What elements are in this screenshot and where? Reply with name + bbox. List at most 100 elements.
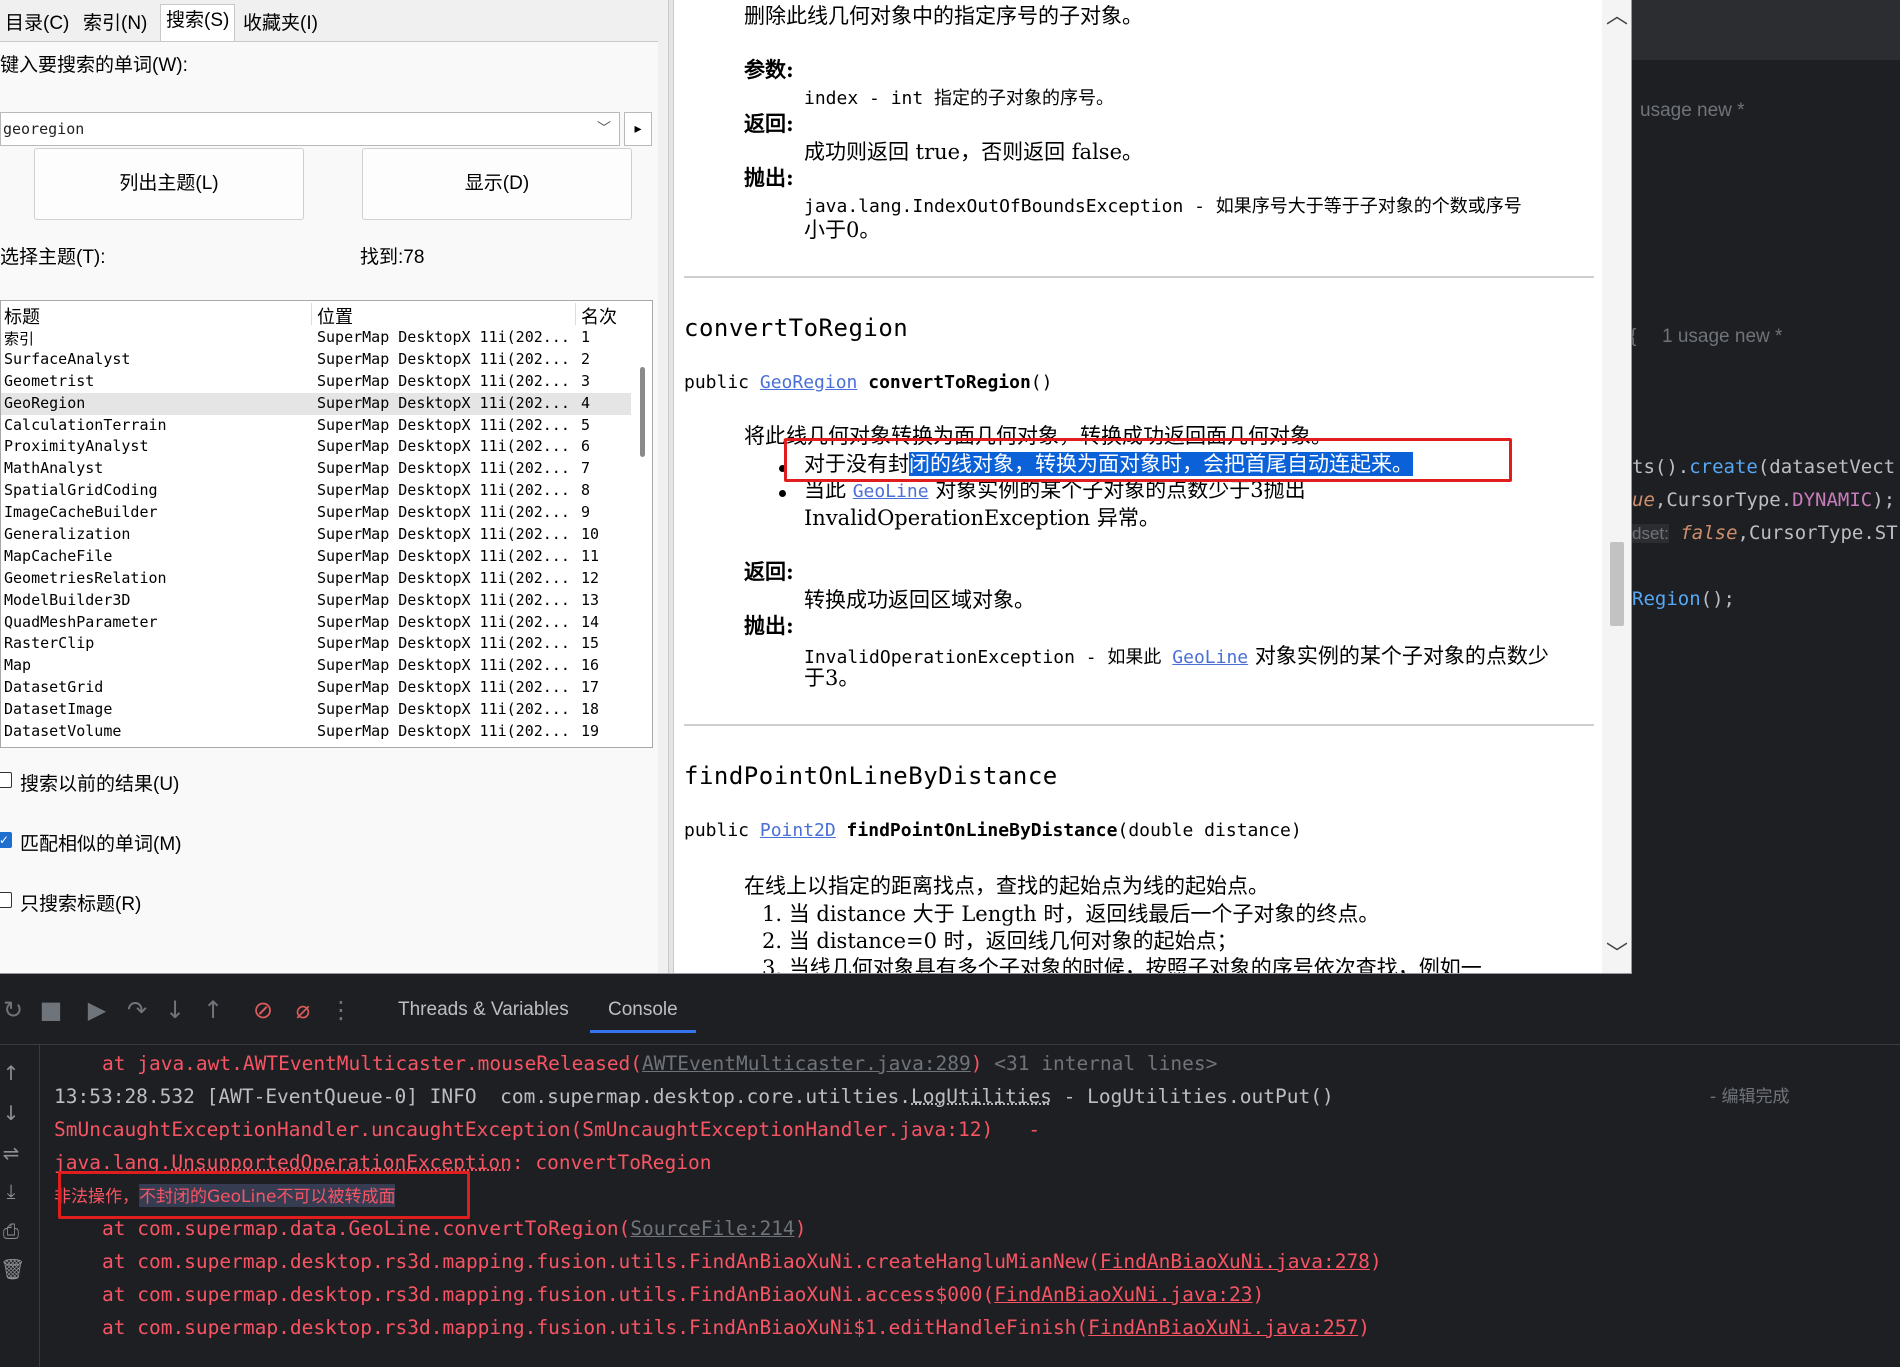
code-line-dynamic[interactable]: ue,CursorType.DYNAMIC); bbox=[1632, 489, 1895, 511]
method-desc: 删除此线几何对象中的指定序号的子对象。 bbox=[744, 4, 1143, 28]
list-topics-button[interactable]: 列出主题(L) bbox=[34, 148, 304, 220]
cell-title: RasterClip bbox=[4, 634, 95, 653]
console-line: at java.awt.AWTEventMulticaster.mouseRel… bbox=[102, 1052, 1218, 1075]
cell-title: DatasetVolume bbox=[4, 722, 122, 741]
geoline-link[interactable]: GeoLine bbox=[853, 481, 929, 502]
source-link[interactable]: FindAnBiaoXuNi.java:257 bbox=[1088, 1316, 1358, 1339]
rerun-icon[interactable]: ↻ bbox=[0, 997, 26, 1023]
table-row[interactable]: ImageCacheBuilder SuperMap DesktopX 11i(2… bbox=[1, 502, 631, 524]
col-rank[interactable]: 名次 bbox=[581, 303, 617, 329]
point2d-link[interactable]: Point2D bbox=[760, 820, 836, 841]
returns-heading: 返回: bbox=[744, 559, 794, 584]
table-row[interactable]: GeoRegion SuperMap DesktopX 11i(202... 4 bbox=[1, 392, 631, 415]
console-line: at com.supermap.desktop.rs3d.mapping.fus… bbox=[102, 1283, 1265, 1306]
chevron-down-icon[interactable]: ﹀ bbox=[1602, 940, 1631, 970]
cell-location: SuperMap DesktopX 11i(202... bbox=[317, 634, 570, 653]
scroll-down-icon[interactable]: ↓ bbox=[0, 1101, 22, 1125]
geoline-link[interactable]: GeoLine bbox=[1172, 647, 1248, 668]
table-row[interactable]: DatasetGrid SuperMap DesktopX 11i(202... 1… bbox=[1, 677, 631, 699]
cell-rank: 12 bbox=[581, 568, 600, 587]
code-line-region[interactable]: Region(); bbox=[1632, 588, 1735, 610]
content-scrollbar[interactable]: ︿ ﹀ bbox=[1602, 0, 1631, 973]
chevron-down-icon[interactable]: ﹀ bbox=[597, 113, 611, 145]
params-heading: 参数: bbox=[744, 57, 794, 82]
tab-index[interactable]: 索引(N) bbox=[78, 8, 152, 40]
cell-title: DatasetImage bbox=[4, 700, 113, 719]
tab-contents[interactable]: 目录(C) bbox=[0, 8, 74, 40]
chevron-up-icon[interactable]: ︿ bbox=[1602, 2, 1631, 32]
tab-search[interactable]: 搜索(S) bbox=[160, 4, 236, 42]
clear-icon[interactable]: 🗑 bbox=[0, 1257, 25, 1281]
console-side-toolbar: ↑ ↓ ⇌ ⤓ ⎙ 🗑 bbox=[0, 1045, 40, 1367]
cell-rank: 13 bbox=[581, 590, 600, 609]
table-row[interactable]: Generalization SuperMap DesktopX 11i(202.… bbox=[1, 524, 631, 546]
cell-location: SuperMap DesktopX 11i(202... bbox=[317, 678, 570, 697]
bullet-item-2-cont: InvalidOperationException 异常。 bbox=[804, 506, 1160, 530]
source-link[interactable]: FindAnBiaoXuNi.java:23 bbox=[994, 1283, 1252, 1306]
title-only-checkbox[interactable] bbox=[0, 892, 12, 908]
ide-editor: usage new * { 1 usage new * ts().create(… bbox=[1630, 0, 1900, 990]
throws-line-2: 于3。 bbox=[804, 666, 860, 690]
tab-favorites[interactable]: 收藏夹(I) bbox=[238, 8, 323, 40]
col-title[interactable]: 标题 bbox=[4, 303, 40, 329]
list-item: 2. 当 distance=0 时，返回线几何对象的起始点； bbox=[762, 929, 1238, 953]
view-breakpoints-icon[interactable]: ⊘ bbox=[250, 997, 276, 1023]
code-line-create[interactable]: ts().create(datasetVect bbox=[1632, 456, 1895, 478]
debug-toolbar: ↻ ■ ▶ ↷ ↓ ↑ ⊘ ⌀ ⋮ Threads & Variables Co… bbox=[0, 975, 1900, 1045]
search-go-button[interactable]: ▸ bbox=[624, 112, 652, 146]
source-link[interactable]: FindAnBiaoXuNi.java:278 bbox=[1100, 1250, 1370, 1273]
table-row[interactable]: DatasetVolume SuperMap DesktopX 11i(202..… bbox=[1, 721, 631, 743]
more-icon[interactable]: ⋮ bbox=[328, 997, 354, 1023]
tab-console[interactable]: Console bbox=[590, 987, 696, 1033]
title-only-label: 只搜索标题(R) bbox=[20, 894, 142, 915]
tab-threads-variables[interactable]: Threads & Variables bbox=[380, 987, 587, 1033]
step-over-icon[interactable]: ↷ bbox=[124, 997, 150, 1023]
code-line-false[interactable]: dset: false,CursorType.ST bbox=[1632, 522, 1898, 544]
table-row[interactable]: MapCacheFile SuperMap DesktopX 11i(202...… bbox=[1, 546, 631, 568]
cell-title: GeoRegion bbox=[4, 393, 86, 412]
table-row[interactable]: SpatialGridCoding SuperMap DesktopX 11i(2… bbox=[1, 480, 631, 502]
table-row[interactable]: Map SuperMap DesktopX 11i(202... 16 bbox=[1, 655, 631, 677]
search-previous-label: 搜索以前的结果(U) bbox=[20, 774, 180, 795]
table-row[interactable]: DatasetImage SuperMap DesktopX 11i(202...… bbox=[1, 699, 631, 721]
cell-location: SuperMap DesktopX 11i(202... bbox=[317, 393, 570, 412]
georegion-link[interactable]: GeoRegion bbox=[760, 372, 858, 393]
stop-icon[interactable]: ■ bbox=[38, 997, 64, 1023]
print-icon[interactable]: ⎙ bbox=[0, 1219, 22, 1243]
section-divider bbox=[684, 276, 1594, 278]
search-input[interactable]: georegion ﹀ bbox=[0, 112, 620, 146]
cell-rank: 19 bbox=[581, 722, 600, 741]
table-row[interactable]: GeometriesRelation SuperMap DesktopX 11i(… bbox=[1, 568, 631, 590]
display-button[interactable]: 显示(D) bbox=[362, 148, 632, 220]
method-desc: 在线上以指定的距离找点，查找的起始点为线的起始点。 bbox=[744, 874, 1269, 898]
cell-location: SuperMap DesktopX 11i(202... bbox=[317, 700, 570, 719]
table-row[interactable]: 索引 SuperMap DesktopX 11i(202... 1 bbox=[1, 327, 631, 349]
table-row[interactable]: MathAnalyst SuperMap DesktopX 11i(202... 7 bbox=[1, 458, 631, 480]
table-row[interactable]: RasterClip SuperMap DesktopX 11i(202... 15 bbox=[1, 633, 631, 655]
match-similar-checkbox[interactable]: ✓ bbox=[0, 832, 12, 848]
cell-location: SuperMap DesktopX 11i(202... bbox=[317, 568, 570, 587]
cell-rank: 18 bbox=[581, 700, 600, 719]
scroll-up-icon[interactable]: ↑ bbox=[0, 1061, 22, 1085]
soft-wrap-icon[interactable]: ⇌ bbox=[0, 1141, 22, 1165]
step-into-icon[interactable]: ↓ bbox=[162, 997, 188, 1023]
table-row[interactable]: ModelBuilder3D SuperMap DesktopX 11i(202.… bbox=[1, 590, 631, 612]
table-row[interactable]: QuadMeshParameter SuperMap DesktopX 11i(2… bbox=[1, 612, 631, 634]
scrollbar-thumb[interactable] bbox=[1610, 542, 1624, 626]
cell-rank: 10 bbox=[581, 525, 600, 544]
mute-breakpoints-icon[interactable]: ⌀ bbox=[290, 997, 316, 1023]
search-previous-checkbox[interactable] bbox=[0, 772, 12, 788]
col-location[interactable]: 位置 bbox=[317, 303, 353, 329]
table-row[interactable]: CalculationTerrain SuperMap DesktopX 11i(… bbox=[1, 415, 631, 437]
console-line: SmUncaughtExceptionHandler.uncaughtExcep… bbox=[54, 1118, 1041, 1141]
table-row[interactable]: Geometrist SuperMap DesktopX 11i(202... 3 bbox=[1, 371, 631, 393]
cell-location: SuperMap DesktopX 11i(202... bbox=[317, 722, 570, 741]
resume-icon[interactable]: ▶ bbox=[84, 997, 110, 1023]
cell-location: SuperMap DesktopX 11i(202... bbox=[317, 481, 570, 500]
table-row[interactable]: SurfaceAnalyst SuperMap DesktopX 11i(202.… bbox=[1, 349, 631, 371]
scroll-end-icon[interactable]: ⤓ bbox=[0, 1179, 22, 1203]
table-row[interactable]: ProximityAnalyst SuperMap DesktopX 11i(20… bbox=[1, 436, 631, 458]
step-out-icon[interactable]: ↑ bbox=[200, 997, 226, 1023]
topic-list-scrollbar[interactable] bbox=[636, 327, 650, 745]
topic-list[interactable]: 标题 位置 名次 索引 SuperMap DesktopX 11i(202... 1… bbox=[0, 300, 653, 748]
